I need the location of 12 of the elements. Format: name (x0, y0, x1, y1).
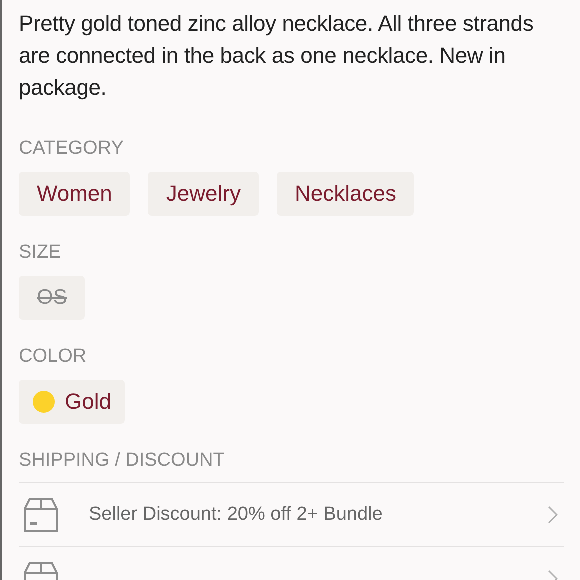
category-tag[interactable]: Necklaces (276, 172, 414, 216)
box-icon (23, 496, 59, 532)
section-label: SHIPPING / DISCOUNT (19, 450, 226, 473)
section-label: CATEGORY (19, 138, 125, 161)
chevron-right-icon[interactable] (548, 506, 558, 524)
shipping-text: Seller Discount: 20% off 2+ Bundle (89, 504, 384, 526)
section-label: SIZE (19, 242, 62, 265)
item-description: Pretty gold toned zinc alloy necklace. All three strands are connected in the back as one necklace. New in package. (19, 10, 535, 102)
category-tag[interactable]: Women (19, 172, 130, 216)
color-label: Gold (65, 389, 112, 415)
section-label: COLOR (19, 346, 88, 369)
category-tag[interactable]: Jewelry (148, 172, 259, 216)
